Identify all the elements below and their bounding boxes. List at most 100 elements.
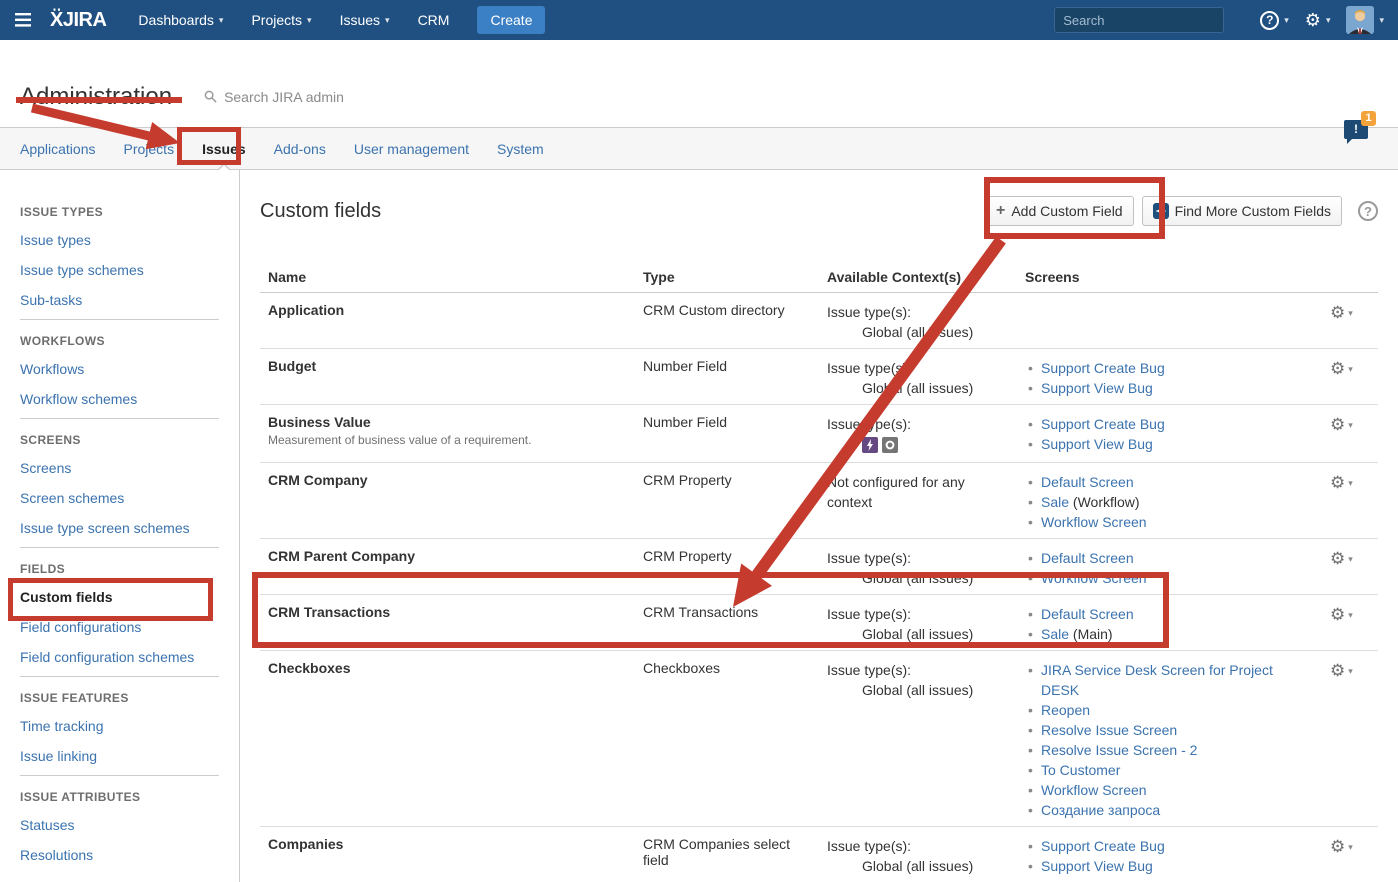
- marketplace-icon: [1153, 203, 1169, 219]
- navbar-search-input[interactable]: [1055, 13, 1247, 28]
- chevron-down-icon: ▾: [219, 15, 224, 26]
- screen-list-item: •Создание запроса: [1025, 800, 1305, 820]
- feedback-icon[interactable]: ! 1: [1344, 120, 1368, 139]
- screen-link-to-customer[interactable]: To Customer: [1041, 762, 1120, 778]
- admin-search[interactable]: [204, 89, 454, 105]
- sidebar-item-resolutions[interactable]: Resolutions: [20, 847, 219, 864]
- bullet-icon: •: [1028, 740, 1033, 760]
- tab-add-ons[interactable]: Add-ons: [260, 128, 340, 169]
- user-menu[interactable]: ▾: [1346, 6, 1384, 34]
- sidebar-item-screen-schemes[interactable]: Screen schemes: [20, 490, 219, 507]
- bullet-icon: •: [1028, 512, 1033, 532]
- bullet-icon: •: [1028, 358, 1033, 378]
- admin-gear-menu[interactable]: ⚙ ▾: [1305, 11, 1331, 29]
- sidebar-item-issue-type-schemes[interactable]: Issue type schemes: [20, 262, 219, 279]
- bullet-icon: •: [1028, 760, 1033, 780]
- navbar-menu: Dashboards▾Projects▾Issues▾CRM: [124, 0, 463, 40]
- lightning-issue-type-icon: [862, 437, 878, 456]
- screen-link-default-screen[interactable]: Default Screen: [1041, 550, 1134, 566]
- sidebar-item-statuses[interactable]: Statuses: [20, 817, 219, 834]
- bullet-icon: •: [1028, 660, 1033, 680]
- screen-link-workflow-screen[interactable]: Workflow Screen: [1041, 514, 1147, 530]
- screen-link-default-screen[interactable]: Default Screen: [1041, 474, 1134, 490]
- screen-link-support-create-bug[interactable]: Support Create Bug: [1041, 416, 1165, 432]
- screen-link-resolve-issue-screen[interactable]: Resolve Issue Screen: [1041, 722, 1177, 738]
- screen-list-item: • Support Create Bug: [1025, 358, 1305, 378]
- sidebar-item-sub-tasks[interactable]: Sub-tasks: [20, 292, 219, 309]
- custom-field-name: Application: [268, 302, 627, 318]
- screen-link-reopen[interactable]: Reopen: [1041, 702, 1090, 718]
- screen-link-support-view-bug[interactable]: Support View Bug: [1041, 858, 1153, 874]
- admin-search-input[interactable]: [224, 89, 454, 105]
- row-actions-gear-button[interactable]: ⚙▾: [1330, 414, 1353, 433]
- gear-icon: ⚙: [1330, 606, 1345, 623]
- sidebar-item-workflows[interactable]: Workflows: [20, 361, 219, 378]
- bullet-icon: •: [1028, 434, 1033, 454]
- bullet-icon: •: [1028, 604, 1033, 624]
- row-actions-gear-button[interactable]: ⚙▾: [1330, 836, 1353, 855]
- chevron-down-icon: ▾: [307, 15, 312, 26]
- name-cell: Companies: [260, 827, 635, 882]
- screen-link-создание-запроса[interactable]: Создание запроса: [1041, 802, 1160, 818]
- tab-projects[interactable]: Projects: [110, 128, 189, 169]
- screen-link-resolve-issue-screen-2[interactable]: Resolve Issue Screen - 2: [1041, 742, 1197, 758]
- tab-applications[interactable]: Applications: [20, 128, 110, 169]
- sidebar-item-field-configuration-schemes[interactable]: Field configuration schemes: [20, 649, 219, 666]
- navbar-search[interactable]: [1054, 7, 1224, 33]
- sidebar-item-workflow-schemes[interactable]: Workflow schemes: [20, 391, 219, 408]
- row-actions-gear-button[interactable]: ⚙▾: [1330, 660, 1353, 679]
- row-actions-gear-button[interactable]: ⚙▾: [1330, 604, 1353, 623]
- screens-cell: •Support Create Bug•Support View Bug: [1017, 405, 1322, 462]
- table-row-crm-company: CRM CompanyCRM PropertyNot configured fo…: [260, 463, 1378, 539]
- sidebar-item-issue-linking[interactable]: Issue linking: [20, 748, 219, 765]
- screen-link-support-view-bug[interactable]: Support View Bug: [1041, 436, 1153, 452]
- sidebar-item-issue-type-screen-schemes[interactable]: Issue type screen schemes: [20, 520, 219, 537]
- screens-cell: •Support Create Bug•Support View Bug: [1017, 827, 1322, 882]
- admin-sidebar: ISSUE TYPESIssue typesIssue type schemes…: [0, 170, 240, 882]
- app-menu-icon[interactable]: [0, 0, 44, 40]
- create-button[interactable]: Create: [477, 6, 545, 34]
- bullet-icon: •: [1028, 624, 1033, 644]
- screen-list-item: • Resolve Issue Screen - 2: [1025, 740, 1305, 760]
- row-actions-gear-button[interactable]: ⚙▾: [1330, 548, 1353, 567]
- screen-link-support-view-bug[interactable]: Support View Bug: [1041, 380, 1153, 396]
- sidebar-item-issue-types[interactable]: Issue types: [20, 232, 219, 249]
- navbar-item-crm[interactable]: CRM: [404, 0, 464, 40]
- jira-logo[interactable]: ẌJIRA: [50, 9, 106, 32]
- row-actions-gear-button[interactable]: ⚙▾: [1330, 472, 1353, 491]
- tab-user-management[interactable]: User management: [340, 128, 483, 169]
- actions-cell: ⚙▾: [1322, 463, 1378, 538]
- screens-list: •Support Create Bug•Support View Bug: [1025, 414, 1305, 454]
- screen-link-support-create-bug[interactable]: Support Create Bug: [1041, 360, 1165, 376]
- screen-link-sale[interactable]: Sale: [1041, 494, 1069, 510]
- screen-link-jira-service-desk-screen-for-project-desk[interactable]: JIRA Service Desk Screen for Project DES…: [1041, 662, 1273, 698]
- sidebar-item-custom-fields[interactable]: Custom fields: [20, 589, 219, 606]
- navbar-item-label: Issues: [340, 12, 380, 28]
- find-more-custom-fields-button[interactable]: Find More Custom Fields: [1142, 196, 1342, 226]
- help-icon[interactable]: ?: [1358, 201, 1378, 221]
- screen-link-default-screen[interactable]: Default Screen: [1041, 606, 1134, 622]
- sidebar-item-time-tracking[interactable]: Time tracking: [20, 718, 219, 735]
- type-cell: Number Field: [635, 405, 819, 462]
- row-actions-gear-button[interactable]: ⚙▾: [1330, 302, 1353, 321]
- find-more-custom-fields-label: Find More Custom Fields: [1175, 203, 1331, 219]
- help-menu[interactable]: ? ▾: [1260, 11, 1289, 30]
- screen-link-workflow-screen[interactable]: Workflow Screen: [1041, 570, 1147, 586]
- tab-issues[interactable]: Issues: [188, 128, 260, 169]
- bullet-icon: •: [1028, 780, 1033, 800]
- context-value: Global (all issues): [862, 680, 1009, 700]
- sidebar-item-field-configurations[interactable]: Field configurations: [20, 619, 219, 636]
- screen-link-sale[interactable]: Sale: [1041, 626, 1069, 642]
- row-actions-gear-button[interactable]: ⚙▾: [1330, 358, 1353, 377]
- navbar-item-projects[interactable]: Projects▾: [237, 0, 325, 40]
- tab-system[interactable]: System: [483, 128, 558, 169]
- context-label: Issue type(s):: [827, 302, 1009, 322]
- navbar-item-issues[interactable]: Issues▾: [326, 0, 404, 40]
- screens-list: • JIRA Service Desk Screen for Project DE…: [1025, 660, 1305, 820]
- sidebar-item-screens[interactable]: Screens: [20, 460, 219, 477]
- add-custom-field-button[interactable]: + Add Custom Field: [985, 196, 1134, 226]
- navbar-item-dashboards[interactable]: Dashboards▾: [124, 0, 237, 40]
- screen-link-workflow-screen[interactable]: Workflow Screen: [1041, 782, 1147, 798]
- screen-link-support-create-bug[interactable]: Support Create Bug: [1041, 838, 1165, 854]
- type-cell: CRM Companies select field: [635, 827, 819, 882]
